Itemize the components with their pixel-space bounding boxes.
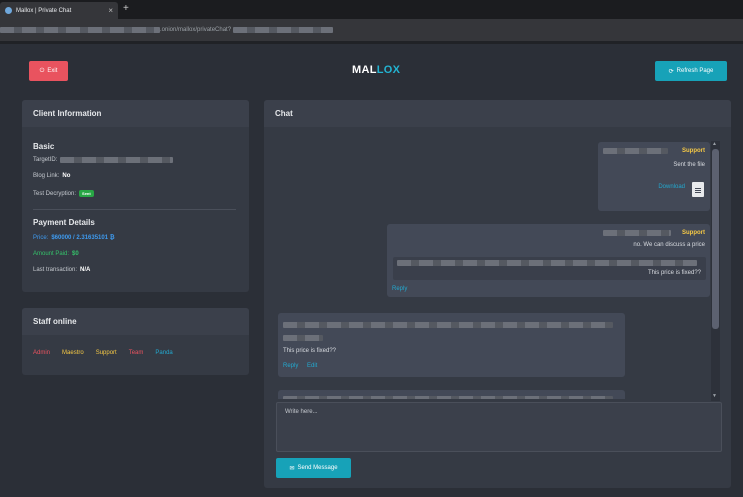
refresh-icon: ⟳ [668,68,674,75]
divider [33,209,236,210]
paid-label: Amount Paid: [33,251,70,257]
redacted-text [283,335,323,341]
last-label: Last transaction: [33,267,78,273]
browser-tab-bar: Mallox | Private Chat × + [0,0,743,19]
message-input[interactable]: Write here... [276,402,722,452]
target-id-line: TargetID: [33,157,174,163]
client-info-panel: Client Information Basic TargetID: Blog … [22,100,249,292]
staff-member: Panda [155,350,173,356]
price-line: Price: $60000 / 2.31635101 ₿ [33,235,115,241]
favicon-icon [5,7,12,14]
refresh-button[interactable]: ⟳ Refresh Page [655,61,727,81]
redacted-sender-id [603,148,668,154]
last-value: N/A [80,267,91,273]
message: Support Sent the file Download [598,142,710,211]
price-label: Price: [33,235,49,241]
file-icon[interactable] [692,182,704,197]
reply-link[interactable]: Reply [392,286,407,292]
exit-label: Exit [47,68,58,74]
close-tab-icon[interactable]: × [108,6,113,15]
new-tab-button[interactable]: + [123,3,129,14]
message-text: no. We can discuss a price [633,242,705,248]
blog-link-line: Blog Link: No [33,173,70,179]
message-text: Sent the file [673,162,705,168]
panel-title: Staff online [22,308,249,335]
staff-member: Maestro [62,350,84,356]
send-icon: ✉ [289,465,295,472]
paid-value: $0 [72,251,79,257]
redacted-text [283,322,613,328]
url-text: .onion/mallox/privateChat? [0,24,360,36]
exit-button[interactable]: ⏻ Exit [29,61,68,81]
send-label: Send Message [297,465,338,471]
redacted-sender-id [603,230,671,236]
url-visible: .onion/mallox/privateChat? [160,27,232,33]
logo-part2: LOX [376,64,401,76]
staff-list: Admin Maestro Support Team Panda [33,350,173,356]
redacted-url-part [233,27,334,33]
logo: MALLOX [352,64,400,76]
staff-member: Team [128,350,144,356]
send-message-button[interactable]: ✉ Send Message [276,458,351,478]
staff-member: Admin [33,350,51,356]
panel-title: Client Information [22,100,249,127]
chat-messages: Support Sent the file Download Support n… [273,137,711,399]
chat-scrollbar[interactable]: ▲ ▼ [711,141,720,401]
scroll-down-icon[interactable]: ▼ [712,393,717,399]
edit-link[interactable]: Edit [307,363,317,369]
redacted-quote [397,260,697,266]
refresh-label: Refresh Page [676,68,714,74]
message: Support no. We can discuss a price This … [387,224,710,297]
staff-panel: Staff online [22,308,249,375]
sender-name: Support [682,148,705,154]
input-placeholder: Write here... [285,409,318,415]
panel-title: Chat [264,100,731,127]
download-link[interactable]: Download [658,184,685,190]
scrollbar-thumb[interactable] [712,149,719,329]
status-badge: Sent [79,190,94,197]
browser-tab[interactable]: Mallox | Private Chat × [0,2,118,19]
redacted-target-id [60,157,174,163]
staff-member: Support [95,350,117,356]
quoted-message: This price is fixed?? [393,257,706,280]
blog-value: No [62,173,71,179]
power-icon: ⏻ [39,67,45,74]
payment-title: Payment Details [33,218,95,227]
divider [0,41,743,44]
sender-name: Support [682,230,705,236]
blog-label: Blog Link: [33,173,60,179]
last-transaction-line: Last transaction: N/A [33,267,90,273]
test-decryption-line: Test Decryption: Sent [33,190,94,197]
amount-paid-line: Amount Paid: $0 [33,251,79,257]
target-label: TargetID: [33,157,58,163]
test-label: Test Decryption: [33,190,77,197]
redacted-text [283,396,613,399]
quote-text: This price is fixed?? [647,270,701,276]
logo-part1: MAL [352,64,377,76]
scroll-up-icon[interactable]: ▲ [712,141,717,147]
redacted-url-part [0,27,160,33]
price-value: $60000 / 2.31635101 ₿ [51,235,115,241]
message: This price is fixed?? Reply Edit [278,313,625,377]
address-bar[interactable]: .onion/mallox/privateChat? [0,19,743,41]
message [278,390,625,399]
message-text: This price is fixed?? [283,348,337,354]
tab-title: Mallox | Private Chat [16,7,72,14]
reply-link[interactable]: Reply [283,363,298,369]
basic-title: Basic [33,142,55,151]
